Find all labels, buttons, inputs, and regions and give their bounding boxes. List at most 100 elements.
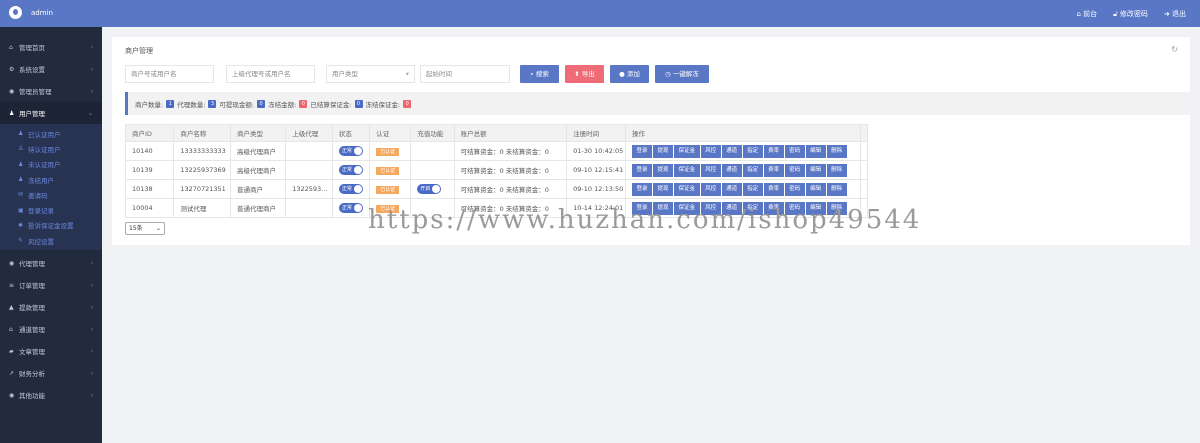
- row-action-button[interactable]: 编辑: [805, 163, 826, 177]
- row-action-button[interactable]: 风控: [700, 144, 721, 158]
- row-action-button[interactable]: 指定: [742, 201, 763, 215]
- row-action-button[interactable]: 保证金: [674, 144, 700, 158]
- status-toggle[interactable]: 正常: [338, 146, 363, 156]
- chevron-left-icon: ‹: [90, 281, 93, 289]
- row-action-button[interactable]: 提现: [653, 201, 674, 215]
- row-action-button[interactable]: 密码: [784, 163, 805, 177]
- sidebar-item[interactable]: ◉ 代理管理 ‹: [0, 252, 102, 274]
- sidebar-item[interactable]: ♟ 用户管理 ⌄: [0, 102, 102, 124]
- account-balance: 可结算资金：0 未结算资金：0: [453, 160, 568, 180]
- row-action-button[interactable]: 登录: [632, 144, 653, 158]
- export-button[interactable]: ⬆ 导出: [565, 65, 604, 83]
- merchant-type: 高级代理商户: [229, 141, 287, 161]
- status-cell: 正常: [331, 179, 371, 199]
- status-toggle[interactable]: 正常: [338, 203, 363, 213]
- submenu-label: 已认证用户: [28, 130, 61, 139]
- submenu-label: 待认证用户: [28, 145, 61, 154]
- start-time-input[interactable]: 起始时间: [420, 65, 510, 83]
- submenu-item[interactable]: ♟ 已认证用户: [0, 126, 102, 141]
- sidebar-item[interactable]: ⌂ 通道管理 ‹: [0, 318, 102, 340]
- row-action-button[interactable]: 删除: [826, 163, 847, 177]
- register-time: 01-30 10:42:05: [566, 141, 627, 161]
- row-action-button[interactable]: 提现: [653, 163, 674, 177]
- sidebar-item[interactable]: ≡ 订单管理 ‹: [0, 274, 102, 296]
- refresh-icon[interactable]: ↻: [1171, 45, 1178, 54]
- row-action-button[interactable]: 通道: [721, 182, 742, 196]
- recharge-toggle[interactable]: 开启: [417, 184, 442, 194]
- register-time: 09-10 12:15:41: [566, 160, 627, 180]
- home-link[interactable]: ⌂ 前台: [1076, 9, 1097, 19]
- status-toggle[interactable]: 正常: [338, 165, 363, 175]
- logout-link[interactable]: ➜ 退出: [1164, 9, 1186, 19]
- row-action-button[interactable]: 登录: [632, 182, 653, 196]
- row-action-button[interactable]: 登录: [632, 201, 653, 215]
- add-button[interactable]: ● 添加: [610, 65, 649, 83]
- row-action-button[interactable]: 通道: [721, 201, 742, 215]
- row-action-button[interactable]: 编辑: [805, 144, 826, 158]
- row-action-button[interactable]: 密码: [784, 144, 805, 158]
- status-toggle[interactable]: 正常: [338, 184, 363, 194]
- row-action-button[interactable]: 费率: [763, 182, 784, 196]
- sidebar-item[interactable]: ◉ 管理员管理 ‹: [0, 80, 102, 102]
- submenu-item[interactable]: ✎ 风控设置: [0, 233, 102, 248]
- unfreeze-label: 一键解冻: [672, 70, 699, 78]
- row-action-button[interactable]: 提现: [653, 144, 674, 158]
- submenu-item[interactable]: ▣ 登录记录: [0, 202, 102, 217]
- row-action-button[interactable]: 风控: [700, 182, 721, 196]
- submenu-item[interactable]: ✹ 投诉保证金设置: [0, 218, 102, 233]
- row-action-button[interactable]: 保证金: [674, 201, 700, 215]
- row-action-button[interactable]: 保证金: [674, 163, 700, 177]
- sidebar-item[interactable]: ▲ 提款管理 ‹: [0, 296, 102, 318]
- table-row: 10138 13270721351 普通商户 1322593... 正常 已认证…: [124, 179, 868, 199]
- stat-label: 代理数量:: [177, 100, 206, 109]
- avatar[interactable]: [9, 6, 22, 19]
- row-action-button[interactable]: 指定: [742, 163, 763, 177]
- user-type-select[interactable]: 用户类型 ▾: [326, 65, 415, 83]
- submenu-item[interactable]: ✉ 邀请码: [0, 187, 102, 202]
- row-action-button[interactable]: 风控: [700, 163, 721, 177]
- row-action-button[interactable]: 密码: [784, 201, 805, 215]
- submenu-item[interactable]: ♟ 冻结用户: [0, 172, 102, 187]
- merchant-table: 商户ID 商户名称 商户类型 上级代理 状态 认证 充值功能 账户总额 注册时间 操作 10140…: [124, 124, 868, 218]
- merchant-search-input[interactable]: 商户号或用户名: [125, 65, 214, 83]
- row-action-button[interactable]: 密码: [784, 182, 805, 196]
- row-action-button[interactable]: 风控: [700, 201, 721, 215]
- search-button[interactable]: ⌕ 搜索: [520, 65, 559, 83]
- row-action-button[interactable]: 删除: [826, 144, 847, 158]
- sidebar-item[interactable]: ↗ 财务分析 ‹: [0, 362, 102, 384]
- unfreeze-all-button[interactable]: ◷ 一键解冻: [655, 65, 709, 83]
- row-action-button[interactable]: 费率: [763, 163, 784, 177]
- sidebar-item[interactable]: ⌂ 管理首页 ‹: [0, 36, 102, 58]
- row-action-button[interactable]: 通道: [721, 163, 742, 177]
- account-balance: 可结算资金：0 未结算资金：0: [453, 141, 568, 161]
- sidebar-item[interactable]: ⚙ 系统设置 ‹: [0, 58, 102, 80]
- submenu-label: 邀请码: [28, 191, 48, 200]
- row-action-button[interactable]: 指定: [742, 144, 763, 158]
- cert-badge: 已认证: [376, 204, 400, 213]
- sidebar-item-label: 订单管理: [19, 282, 45, 291]
- row-action-button[interactable]: 费率: [763, 201, 784, 215]
- submenu-item[interactable]: ♟ 未认证用户: [0, 157, 102, 172]
- row-action-button[interactable]: 保证金: [674, 182, 700, 196]
- row-action-button[interactable]: 指定: [742, 182, 763, 196]
- column-header: 商户类型: [229, 124, 287, 142]
- row-action-button[interactable]: 费率: [763, 144, 784, 158]
- row-action-button[interactable]: 通道: [721, 144, 742, 158]
- actions-cell: 登录 提现 保证金 风控 通道 指定 费率 密码 编辑 删除: [625, 141, 861, 161]
- agent-search-input[interactable]: 上级代理号或用户名: [226, 65, 315, 83]
- page-size-select[interactable]: 15条 ⌄: [125, 222, 165, 235]
- row-action-button[interactable]: 删除: [826, 201, 847, 215]
- row-action-button[interactable]: 编辑: [805, 182, 826, 196]
- submenu-item[interactable]: ♙ 待认证用户: [0, 141, 102, 156]
- sidebar-item[interactable]: ◉ 其他功能 ‹: [0, 384, 102, 406]
- row-action-button[interactable]: 提现: [653, 182, 674, 196]
- username[interactable]: admin: [31, 9, 53, 17]
- change-password-link[interactable]: 🔓︎ 修改密码: [1113, 9, 1148, 19]
- row-action-button[interactable]: 删除: [826, 182, 847, 196]
- sidebar-item[interactable]: ▰ 文章管理 ‹: [0, 340, 102, 362]
- parent-agent: [285, 198, 333, 218]
- row-action-button[interactable]: 编辑: [805, 201, 826, 215]
- search-icon: ⌕: [530, 70, 534, 78]
- row-action-button[interactable]: 登录: [632, 163, 653, 177]
- users-icon: ♟: [9, 109, 15, 117]
